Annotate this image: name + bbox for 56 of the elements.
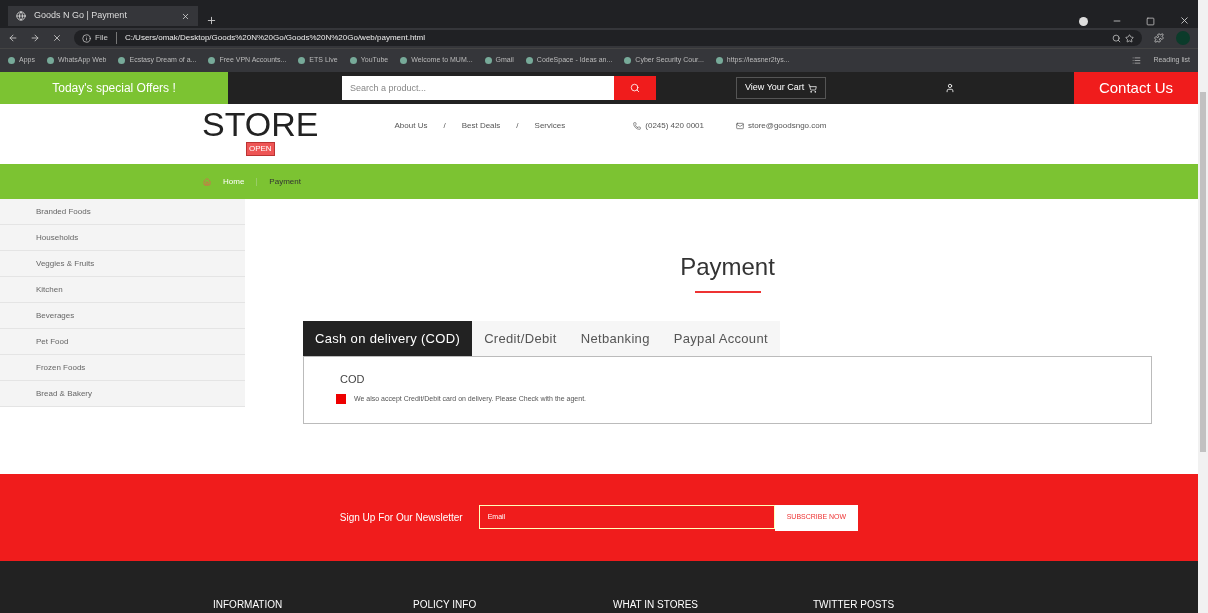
category-item[interactable]: Frozen Foods [0, 355, 245, 381]
stop-icon[interactable] [52, 33, 62, 43]
zoom-icon[interactable] [1112, 33, 1121, 43]
site-icon [16, 11, 26, 21]
footer-heading: POLICY INFO [413, 598, 478, 612]
address-bar[interactable]: File C:/Users/omak/Desktop/Goods%20N%20Go/Goods%20N%20Go/web/payment.html [74, 30, 1142, 46]
payment-tab[interactable]: Credit/Debit [472, 321, 569, 356]
payment-tab[interactable]: Netbanking [568, 321, 662, 356]
payment-tab[interactable]: Cash on delivery (COD) [303, 321, 473, 356]
category-item[interactable]: Beverages [0, 303, 245, 329]
category-item[interactable]: Kitchen [0, 277, 245, 303]
search-icon [630, 83, 640, 93]
checkbox[interactable] [336, 393, 346, 404]
footer-heading: INFORMATION [213, 598, 284, 612]
extensions-icon[interactable] [1154, 33, 1164, 43]
nav-separator: / [443, 120, 446, 132]
search-field[interactable]: Search a product... [342, 76, 614, 100]
payment-tab[interactable]: Paypal Account [661, 321, 780, 356]
phone-number: (0245) 420 0001 [645, 120, 704, 132]
email-link[interactable]: store@goodsngo.com [748, 120, 827, 132]
contact-button[interactable]: Contact Us [1074, 72, 1198, 104]
footer-heading: WHAT IN STORES [613, 598, 699, 612]
browser-tab[interactable]: Goods N Go | Payment [8, 6, 198, 26]
star-icon[interactable] [1125, 33, 1134, 43]
nav-separator: / [516, 120, 519, 132]
open-sign: OPEN [245, 142, 275, 156]
category-item[interactable]: Pet Food [0, 329, 245, 355]
reading-list-icon [1132, 56, 1142, 65]
profile-icon[interactable] [1079, 17, 1088, 26]
forward-icon[interactable] [30, 33, 40, 43]
category-item[interactable]: Bread & Bakery [0, 381, 245, 407]
newsletter-label: Sign Up For Our Newsletter [339, 511, 463, 525]
footer-heading: TWITTER POSTS [813, 598, 896, 612]
view-cart-button[interactable]: View Your Cart [736, 77, 827, 99]
nav-link[interactable]: About Us [394, 120, 428, 132]
category-item[interactable]: Households [0, 225, 245, 251]
new-tab-icon[interactable] [206, 15, 217, 26]
category-item[interactable]: Veggies & Fruits [0, 251, 245, 277]
account-icon[interactable] [945, 83, 956, 93]
close-icon[interactable] [181, 11, 190, 21]
nav-link[interactable]: Best Deals [461, 120, 501, 132]
maximize-icon[interactable] [1146, 17, 1155, 26]
panel-heading: COD [340, 372, 366, 387]
page-title: Payment [680, 252, 775, 282]
mail-icon [736, 122, 744, 130]
nav-link[interactable]: Services [534, 120, 566, 132]
cart-icon [808, 83, 818, 93]
category-item[interactable]: Branded Foods [0, 199, 245, 225]
scrollbar[interactable] [1198, 0, 1208, 613]
back-icon[interactable] [8, 33, 18, 43]
phone-icon [633, 122, 642, 130]
home-icon [203, 177, 211, 186]
store-logo[interactable]: STORE [202, 106, 319, 142]
breadcrumb-link[interactable]: Payment [269, 175, 301, 188]
info-icon [82, 33, 91, 43]
close-icon[interactable] [1179, 15, 1190, 26]
